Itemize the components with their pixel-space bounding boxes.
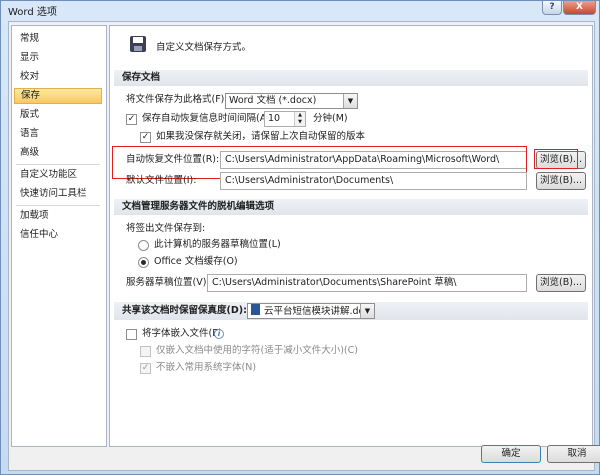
help-button[interactable]: ? [542,1,562,15]
section-offline-editing: 文档管理服务器文件的脱机编辑选项 [114,199,588,215]
keep-last-version-checkbox[interactable]: ✓ [140,132,151,143]
ok-button[interactable]: 确定 [481,445,541,463]
fidelity-document-select[interactable]: 云平台短信模块讲解.docx ▼ [247,303,375,319]
nav-item-language[interactable]: 语言 [14,126,102,142]
drafts-browse-button[interactable]: 浏览(B)... [536,274,586,292]
save-checked-out-label: 将签出文件保存到: [126,223,206,234]
nav-item-customize-ribbon[interactable]: 自定义功能区 [14,167,102,183]
save-settings-pane: 自定义文档保存方式。 保存文档 将文件保存为此格式(F): Word 文档 (*… [109,25,593,447]
nav-item-add-ins[interactable]: 加载项 [14,208,102,224]
nav-item-proofing[interactable]: 校对 [14,69,102,85]
nav-item-save[interactable]: 保存 [14,88,102,104]
embed-fonts-label: 将字体嵌入文件(E) [142,328,222,339]
embed-fonts-checkbox[interactable] [126,329,137,340]
save-format-select[interactable]: Word 文档 (*.docx) ▼ [225,93,358,109]
word-document-icon [251,304,260,315]
default-location-browse-button[interactable]: 浏览(B)... [536,172,586,190]
close-button[interactable]: X [563,1,596,15]
save-format-value: Word 文档 (*.docx) [229,95,317,106]
server-drafts-radio[interactable] [138,240,149,251]
no-common-fonts-checkbox[interactable]: ✓ [140,363,151,374]
options-window: Word 选项 ? X 常规 显示 校对 保存 版式 语言 高级 自定义功能区 … [0,0,600,475]
info-icon[interactable]: i [214,329,224,339]
keep-last-version-label: 如果我没保存就关闭，请保留上次自动保留的版本 [156,131,366,142]
nav-item-display[interactable]: 显示 [14,50,102,66]
fidelity-document-value: 云平台短信模块讲解.docx [264,306,375,317]
category-nav: 常规 显示 校对 保存 版式 语言 高级 自定义功能区 快速访问工具栏 加载项 … [11,25,107,447]
office-cache-label: Office 文档缓存(O) [154,256,238,267]
embed-used-chars-checkbox[interactable] [140,346,151,357]
section-save-documents: 保存文档 [114,70,588,86]
dialog-client: 常规 显示 校对 保存 版式 语言 高级 自定义功能区 快速访问工具栏 加载项 … [8,21,600,471]
default-location-input[interactable]: C:\Users\Administrator\Documents\ [220,172,527,190]
save-format-label: 将文件保存为此格式(F): [126,94,228,105]
autorecover-minutes-stepper[interactable]: 10 ▲ ▼ [264,111,306,127]
default-location-label: 默认文件位置(I): [126,175,197,186]
server-drafts-label: 此计算机的服务器草稿位置(L) [154,239,281,250]
chevron-down-icon: ▼ [360,304,374,318]
nav-item-trust-center[interactable]: 信任中心 [14,227,102,243]
nav-divider [16,205,100,206]
drafts-location-label: 服务器草稿位置(V): [126,277,210,288]
title-bar: Word 选项 ? X [1,1,599,19]
nav-divider [16,164,100,165]
minutes-unit-label: 分钟(M) [313,113,348,124]
autorecover-checkbox[interactable]: ✓ [126,114,137,125]
spin-arrows-icon[interactable]: ▲ ▼ [294,112,305,126]
window-title: Word 选项 [8,7,57,18]
fidelity-label: 共享该文档时保留保真度(D): [122,305,247,316]
chevron-down-icon: ▼ [343,94,357,108]
cancel-button[interactable]: 取消 [547,445,600,463]
red-highlight-box [534,149,578,169]
nav-item-advanced[interactable]: 高级 [14,145,102,161]
autorecover-minutes-value: 10 [268,113,281,124]
drafts-location-input[interactable]: C:\Users\Administrator\Documents\SharePo… [207,274,527,292]
nav-item-quick-access-toolbar[interactable]: 快速访问工具栏 [14,186,102,202]
floppy-disk-icon [130,36,146,52]
office-cache-radio[interactable] [138,257,149,268]
pane-description: 自定义文档保存方式。 [156,42,252,53]
nav-item-layout[interactable]: 版式 [14,107,102,123]
no-common-fonts-label: 不嵌入常用系统字体(N) [156,362,257,373]
autorecover-label: 保存自动恢复信息时间间隔(A) [142,113,270,124]
nav-item-general[interactable]: 常规 [14,31,102,47]
embed-used-chars-label: 仅嵌入文档中使用的字符(适于减小文件大小)(C) [156,345,358,356]
